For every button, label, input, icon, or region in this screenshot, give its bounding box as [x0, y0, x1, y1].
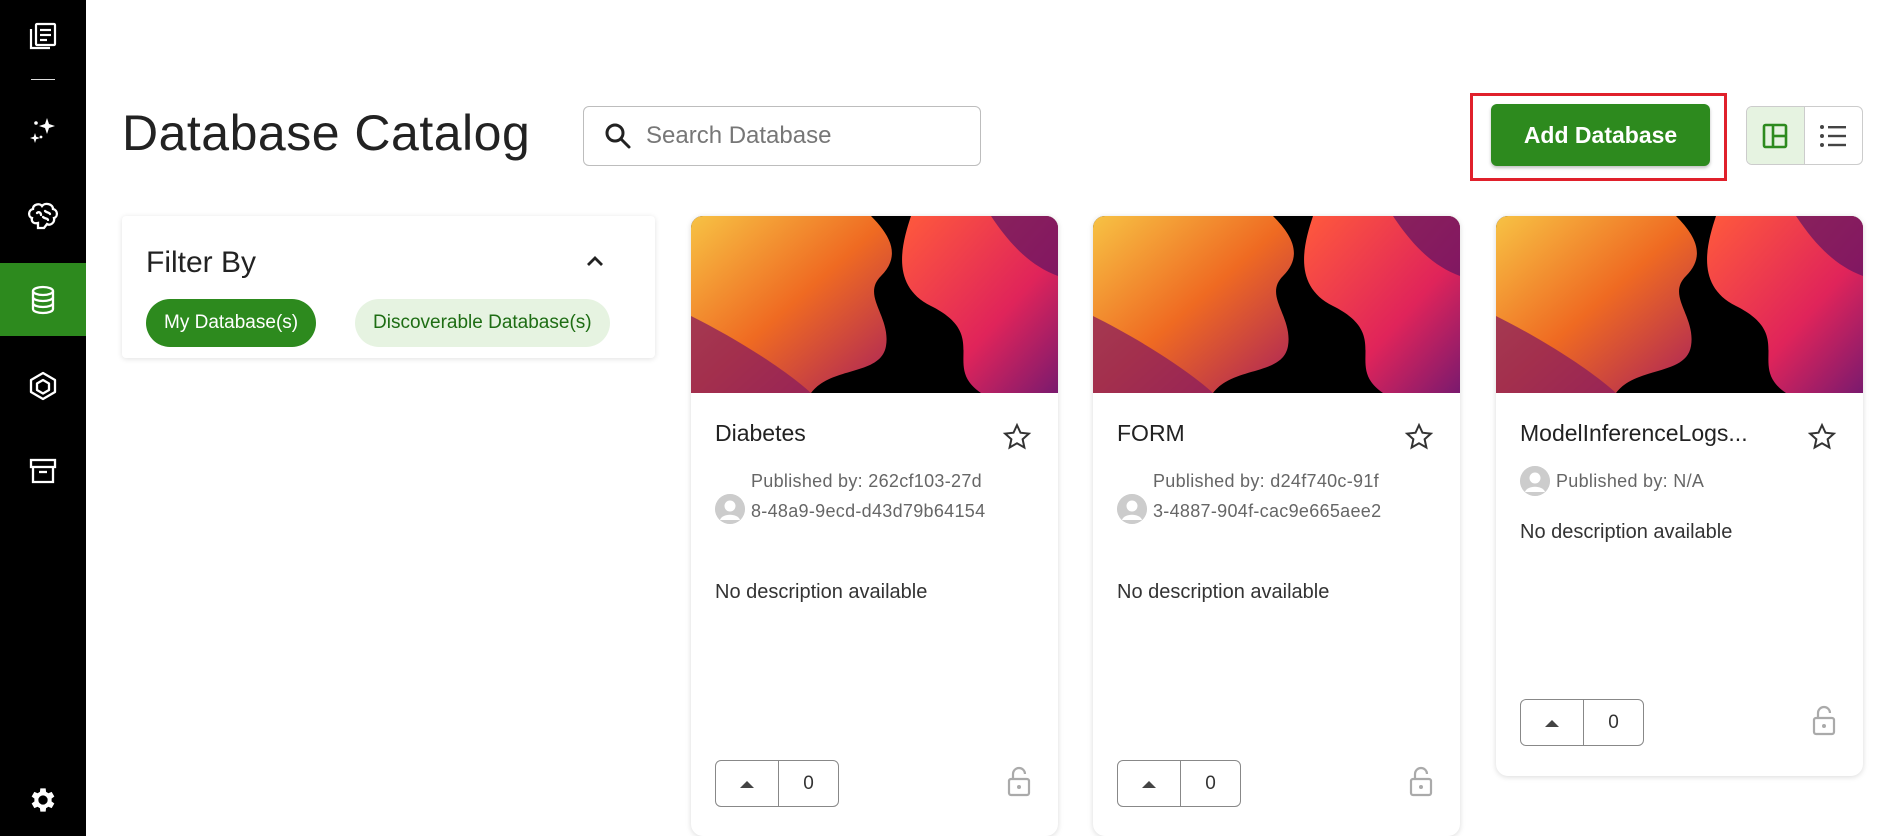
publisher-info: Published by: N/A: [1520, 466, 1791, 496]
list-view-icon: [1820, 124, 1847, 147]
filter-title: Filter By: [146, 246, 257, 279]
favorite-button[interactable]: [1807, 422, 1837, 457]
archive-icon: [29, 458, 57, 484]
add-database-button[interactable]: Add Database: [1491, 104, 1710, 166]
sidebar-item-catalog[interactable]: [0, 0, 86, 72]
card-cover-image: [1093, 216, 1460, 393]
catalog-icon: [29, 22, 57, 50]
unlock-icon: [1409, 766, 1433, 797]
caret-up-icon: [740, 780, 754, 788]
card-title: Diabetes: [715, 420, 806, 446]
list-view-button[interactable]: [1805, 107, 1863, 164]
upvote-button[interactable]: [716, 761, 779, 806]
filter-chip-my-databases[interactable]: My Database(s): [146, 299, 317, 347]
card-cover-image: [1496, 216, 1863, 393]
published-by-text: Published by: d24f740c-91f3-4887-904f-ca…: [1153, 471, 1382, 521]
brain-icon: [27, 202, 59, 230]
database-card[interactable]: Diabetes Published by: 262cf103-27d8-48a…: [691, 216, 1058, 836]
card-title: FORM: [1117, 420, 1185, 446]
unlock-icon: [1007, 766, 1031, 797]
app-root: Database Catalog Add Database: [0, 0, 1895, 836]
star-icon: [1002, 422, 1032, 450]
avatar: [715, 494, 745, 524]
caret-up-icon: [1142, 780, 1156, 788]
user-avatar-icon: [1520, 466, 1550, 496]
filter-chip-discoverable-databases[interactable]: Discoverable Database(s): [355, 299, 610, 347]
sidebar-item-magic[interactable]: [0, 95, 86, 167]
grid-view-button[interactable]: [1747, 107, 1805, 164]
database-icon: [31, 285, 55, 314]
database-card[interactable]: ModelInferenceLogs... Published by: N/A …: [1496, 216, 1863, 776]
avatar: [1117, 494, 1147, 524]
view-toggle: [1746, 106, 1863, 165]
lock-status: [1811, 704, 1837, 741]
chevron-up-icon: [587, 256, 603, 266]
published-by-text: Published by: N/A: [1556, 471, 1705, 491]
vote-count: 0: [803, 772, 814, 794]
sidebar-item-models[interactable]: [0, 350, 86, 422]
card-description: No description available: [715, 581, 928, 603]
vote-control: 0: [1117, 760, 1241, 807]
card-cover-image: [691, 216, 1058, 393]
upvote-button[interactable]: [1521, 700, 1584, 745]
lock-status: [1408, 765, 1434, 802]
search-icon: [605, 123, 631, 149]
upvote-button[interactable]: [1118, 761, 1181, 806]
unlock-icon: [1812, 705, 1836, 736]
sidebar-divider: [31, 79, 55, 80]
search-input[interactable]: [646, 122, 966, 150]
magic-icon: [30, 118, 55, 143]
sidebar-item-archive[interactable]: [0, 435, 86, 507]
vote-control: 0: [1520, 699, 1644, 746]
card-description: No description available: [1117, 581, 1330, 603]
page-title: Database Catalog: [122, 105, 531, 161]
favorite-button[interactable]: [1404, 422, 1434, 457]
filter-panel: Filter By My Database(s) Discoverable Da…: [122, 216, 655, 358]
card-description: No description available: [1520, 521, 1733, 543]
sidebar-item-settings[interactable]: [0, 764, 86, 836]
vote-control: 0: [715, 760, 839, 807]
publisher-info: Published by: d24f740c-91f3-4887-904f-ca…: [1117, 466, 1388, 526]
user-avatar-icon: [715, 494, 745, 524]
search-box[interactable]: [583, 106, 981, 166]
model-cube-icon: [29, 371, 57, 401]
star-icon: [1807, 422, 1837, 450]
published-by-text: Published by: 262cf103-27d8-48a9-9ecd-d4…: [751, 471, 986, 521]
sidebar-item-database[interactable]: [0, 263, 86, 336]
publisher-info: Published by: 262cf103-27d8-48a9-9ecd-d4…: [715, 466, 986, 526]
database-card[interactable]: FORM Published by: d24f740c-91f3-4887-90…: [1093, 216, 1460, 836]
grid-view-icon: [1762, 123, 1788, 148]
settings-gear-icon: [31, 788, 55, 812]
sidebar: [0, 0, 86, 836]
caret-up-icon: [1545, 719, 1559, 727]
avatar: [1520, 466, 1550, 496]
vote-count: 0: [1205, 772, 1216, 794]
card-title: ModelInferenceLogs...: [1520, 420, 1748, 446]
sidebar-item-brain[interactable]: [0, 180, 86, 252]
lock-status: [1006, 765, 1032, 802]
user-avatar-icon: [1117, 494, 1147, 524]
vote-count: 0: [1608, 711, 1619, 733]
filter-collapse-button[interactable]: [585, 254, 605, 273]
star-icon: [1404, 422, 1434, 450]
favorite-button[interactable]: [1002, 422, 1032, 457]
